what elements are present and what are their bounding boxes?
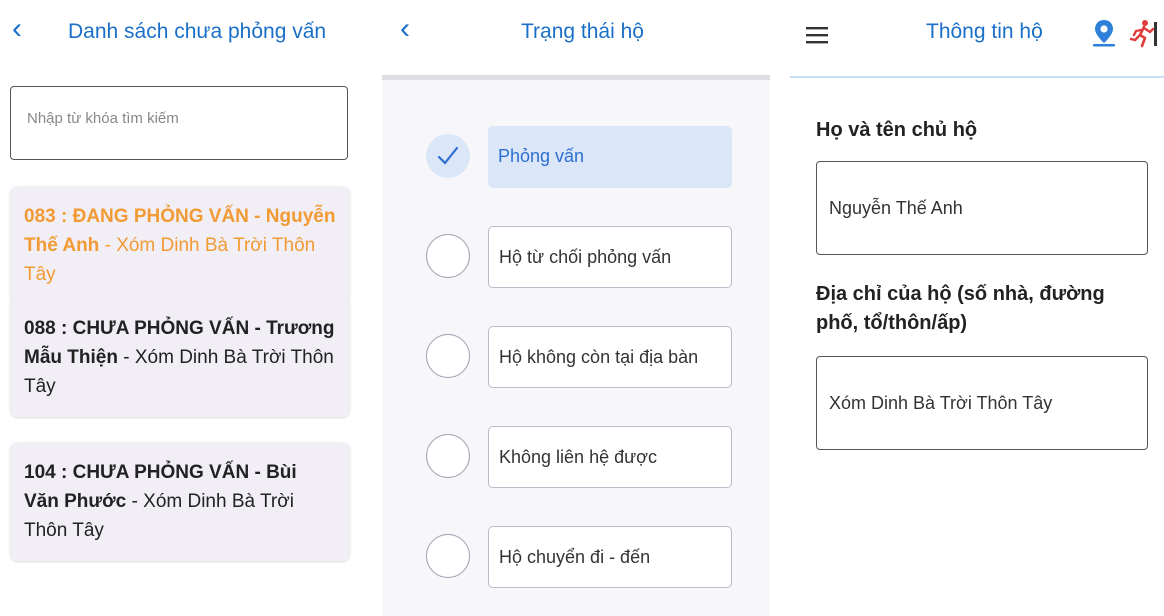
page-title: Trạng thái hộ <box>521 20 644 43</box>
status-radio[interactable] <box>426 234 470 278</box>
info-header: Thông tin hộ <box>790 0 1164 78</box>
status-option[interactable]: Hộ không còn tại địa bàn <box>488 326 732 388</box>
status-radio-selected[interactable] <box>426 134 470 178</box>
back-chevron-icon[interactable]: ‹ <box>12 14 22 44</box>
status-option[interactable]: Hộ chuyển đi - đến <box>488 526 732 588</box>
address-field[interactable]: Xóm Dinh Bà Trời Thôn Tây <box>816 356 1148 450</box>
check-icon <box>437 146 459 165</box>
address-label: Địa chỉ của hộ (số nhà, đường phố, tổ/th… <box>816 283 1105 334</box>
item-status: ĐANG PHỎNG VẤN <box>72 206 249 227</box>
status-radio[interactable] <box>426 534 470 578</box>
status-radio[interactable] <box>426 334 470 378</box>
search-box[interactable] <box>10 86 348 160</box>
list-item[interactable]: 083 : ĐANG PHỎNG VẤN - Nguyễn Thế Anh - … <box>10 186 350 305</box>
search-input[interactable] <box>25 109 329 128</box>
running-person-exit-icon[interactable] <box>1128 18 1158 48</box>
status-option[interactable]: Hộ từ chối phỏng vấn <box>488 226 732 288</box>
status-header: ‹ Trạng thái hộ <box>382 0 770 80</box>
head-name-field[interactable]: Nguyễn Thế Anh <box>816 161 1148 255</box>
page-title: Thông tin hộ <box>926 20 1043 43</box>
page-title: Danh sách chưa phỏng vấn <box>68 20 327 43</box>
back-chevron-icon[interactable]: ‹ <box>400 14 410 44</box>
map-pin-icon[interactable] <box>1092 18 1116 48</box>
hamburger-menu-icon[interactable] <box>806 26 828 44</box>
item-code: 104 <box>24 462 56 483</box>
status-radio[interactable] <box>426 434 470 478</box>
list-item[interactable]: 104 : CHƯA PHỎNG VẤN - Bùi Văn Phước - X… <box>10 442 350 561</box>
status-option[interactable]: Phỏng vấn <box>488 126 732 188</box>
item-code: 083 <box>24 206 56 227</box>
head-name-label: Họ và tên chủ hộ <box>816 119 978 141</box>
list-screen: ‹ Danh sách chưa phỏng vấn 083 : ĐANG PH… <box>0 0 372 616</box>
list-header: ‹ Danh sách chưa phỏng vấn <box>0 0 372 78</box>
status-option[interactable]: Không liên hệ được <box>488 426 732 488</box>
item-status: CHƯA PHỎNG VẤN <box>72 318 250 339</box>
status-screen: ‹ Trạng thái hộ <box>382 0 770 616</box>
item-code: 088 <box>24 318 56 339</box>
item-status: CHƯA PHỎNG VẤN <box>72 462 250 483</box>
list-item[interactable]: 088 : CHƯA PHỎNG VẤN - Trương Mẫu Thiện … <box>10 298 350 417</box>
